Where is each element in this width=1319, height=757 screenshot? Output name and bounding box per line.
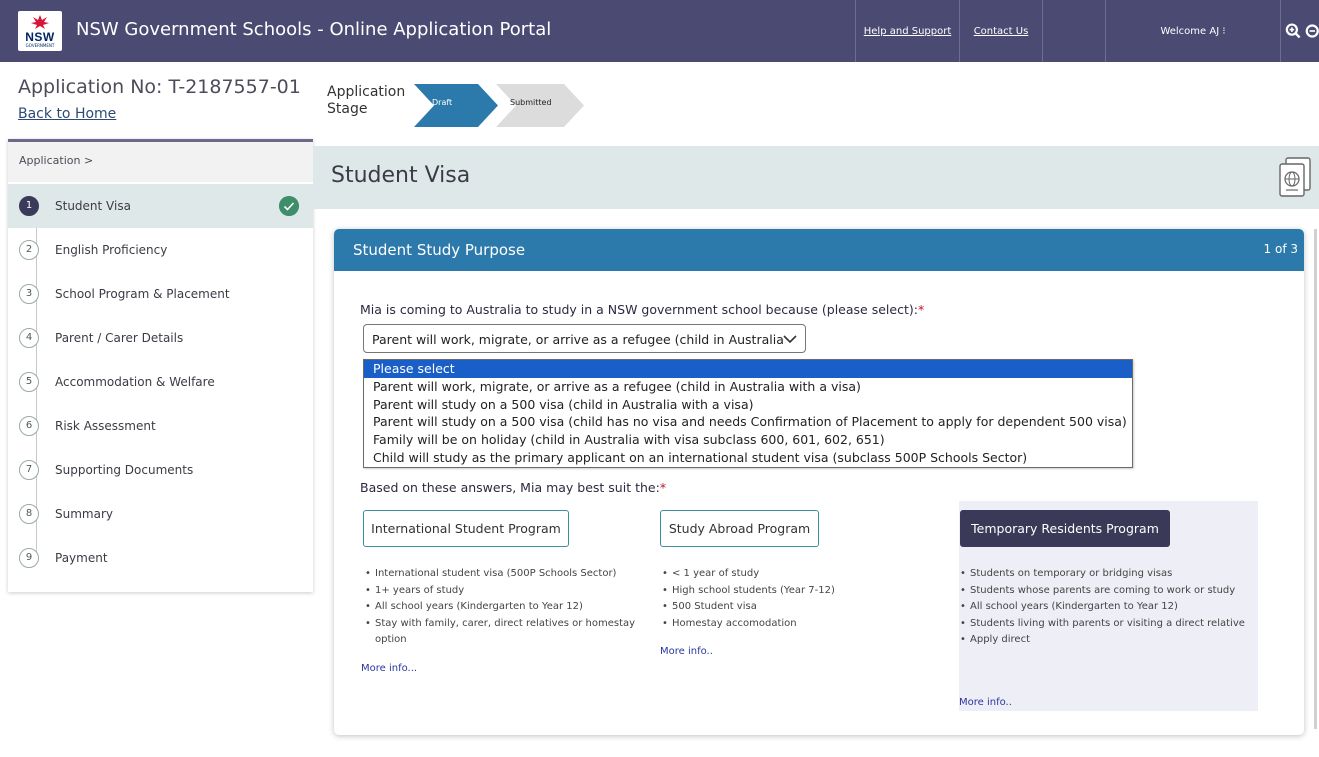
sidebar-item-english-proficiency[interactable]: 2 English Proficiency (8, 228, 313, 272)
sidebar-item-supporting-documents[interactable]: 7 Supporting Documents (8, 448, 313, 492)
nsw-logo[interactable]: NSW GOVERNMENT (18, 11, 62, 51)
zoom-controls (1280, 0, 1319, 62)
dropdown-option[interactable]: Please select (364, 360, 1132, 378)
international-program-details: International student visa (500P Schools… (363, 566, 648, 649)
page-scrollbar[interactable] (1311, 229, 1319, 729)
chevron-down-icon (783, 335, 797, 344)
study-purpose-panel: Student Study Purpose 1 of 3 Mia is comi… (334, 229, 1304, 735)
dropdown-option[interactable]: Parent will work, migrate, or arrive as … (364, 378, 1132, 396)
step-number: 5 (19, 372, 39, 392)
top-bar: NSW GOVERNMENT NSW Government Schools - … (0, 0, 1319, 62)
help-and-support-link[interactable]: Help and Support (855, 0, 959, 62)
list-item: International student visa (500P Schools… (363, 566, 648, 583)
study-reason-question: Mia is coming to Australia to study in a… (360, 302, 924, 317)
step-number: 4 (19, 328, 39, 348)
suitability-label: Based on these answers, Mia may best sui… (360, 480, 666, 495)
dropdown-option[interactable]: Parent will study on a 500 visa (child h… (364, 413, 1132, 431)
panel-step-count: 1 of 3 (1263, 242, 1298, 256)
required-mark: * (917, 302, 925, 317)
step-number: 8 (19, 504, 39, 524)
step-number: 3 (19, 284, 39, 304)
list-item: 1+ years of study (363, 583, 648, 600)
question-text: Mia is coming to Australia to study in a… (360, 302, 918, 317)
study-abroad-program-button[interactable]: Study Abroad Program (660, 510, 819, 547)
stage-draft: Draft (432, 98, 453, 107)
dropdown-option[interactable]: Child will study as the primary applican… (364, 449, 1132, 467)
list-item: Students whose parents are coming to wor… (958, 583, 1248, 600)
list-item: Apply direct (958, 632, 1248, 649)
required-mark: * (659, 480, 667, 495)
back-to-home-link[interactable]: Back to Home (18, 106, 116, 122)
study-abroad-details: < 1 year of study High school students (… (660, 566, 920, 632)
application-number: Application No: T-2187557-01 (18, 76, 301, 98)
contact-us-link[interactable]: Contact Us (959, 0, 1042, 62)
suitability-text: Based on these answers, Mia may best sui… (360, 480, 660, 495)
temporary-residents-details: Students on temporary or bridging visas … (958, 566, 1248, 649)
welcome-user-menu[interactable]: Welcome AJ ⁝ (1105, 0, 1280, 62)
list-item: Stay with family, carer, direct relative… (363, 616, 648, 649)
step-label: Supporting Documents (55, 463, 194, 477)
list-item: < 1 year of study (660, 566, 920, 583)
waratah-icon (31, 15, 49, 29)
sidebar-item-accommodation[interactable]: 5 Accommodation & Welfare (8, 360, 313, 404)
list-item: All school years (Kindergarten to Year 1… (363, 599, 648, 616)
dropdown-option[interactable]: Parent will study on a 500 visa (child i… (364, 396, 1132, 414)
step-label: Student Visa (55, 199, 131, 213)
sidebar-item-school-program[interactable]: 3 School Program & Placement (8, 272, 313, 316)
stage-submitted: Submitted (510, 98, 552, 107)
logo-subtext: GOVERNMENT (25, 43, 55, 48)
nav-spacer (1042, 0, 1105, 62)
sidebar-item-student-visa[interactable]: 1 Student Visa (8, 184, 313, 228)
application-stage-label: Application Stage (327, 84, 406, 117)
sidebar: Application > 1 Student Visa 2 English P… (8, 139, 313, 592)
study-reason-dropdown-list: Please select Parent will work, migrate,… (363, 359, 1133, 468)
step-number: 7 (19, 460, 39, 480)
step-label: English Proficiency (55, 243, 168, 257)
list-item: 500 Student visa (660, 599, 920, 616)
step-number: 1 (19, 196, 39, 216)
step-label: Payment (55, 551, 108, 565)
step-label: Parent / Carer Details (55, 331, 184, 345)
step-number: 2 (19, 240, 39, 260)
breadcrumb[interactable]: Application > (8, 142, 313, 182)
list-item: All school years (Kindergarten to Year 1… (958, 599, 1248, 616)
passport-icon (1279, 157, 1311, 197)
panel-header: Student Study Purpose 1 of 3 (334, 229, 1304, 271)
zoom-out-icon[interactable] (1304, 22, 1319, 40)
list-item: Homestay accomodation (660, 616, 920, 633)
sidebar-item-parent-carer[interactable]: 4 Parent / Carer Details (8, 316, 313, 360)
step-number: 9 (19, 548, 39, 568)
app-title: NSW Government Schools - Online Applicat… (76, 19, 552, 40)
zoom-in-icon[interactable] (1285, 22, 1302, 40)
list-item: Students on temporary or bridging visas (958, 566, 1248, 583)
temporary-residents-more-info-link[interactable]: More info.. (959, 697, 1012, 708)
step-label: Accommodation & Welfare (55, 375, 215, 389)
list-item: High school students (Year 7-12) (660, 583, 920, 600)
select-value: Parent will work, migrate, or arrive as … (372, 332, 784, 347)
study-abroad-more-info-link[interactable]: More info.. (660, 646, 713, 657)
step-label: Risk Assessment (55, 419, 156, 433)
temporary-residents-program-button[interactable]: Temporary Residents Program (960, 510, 1170, 547)
international-student-program-button[interactable]: International Student Program (363, 510, 569, 547)
step-label: School Program & Placement (55, 287, 230, 301)
page-title: Student Visa (331, 163, 471, 188)
panel-title: Student Study Purpose (353, 241, 526, 259)
stage-draft-shape (414, 84, 498, 127)
study-reason-select[interactable]: Parent will work, migrate, or arrive as … (363, 324, 806, 353)
sidebar-item-payment[interactable]: 9 Payment (8, 536, 313, 580)
step-label: Summary (55, 507, 113, 521)
list-item: Students living with parents or visiting… (958, 616, 1248, 633)
sidebar-item-summary[interactable]: 8 Summary (8, 492, 313, 536)
international-more-info-link[interactable]: More info... (361, 663, 417, 674)
sidebar-item-risk-assessment[interactable]: 6 Risk Assessment (8, 404, 313, 448)
step-number: 6 (19, 416, 39, 436)
check-icon (279, 196, 299, 216)
dropdown-option[interactable]: Family will be on holiday (child in Aust… (364, 431, 1132, 449)
page-header: Student Visa (313, 146, 1319, 209)
logo-text: NSW (25, 30, 55, 44)
